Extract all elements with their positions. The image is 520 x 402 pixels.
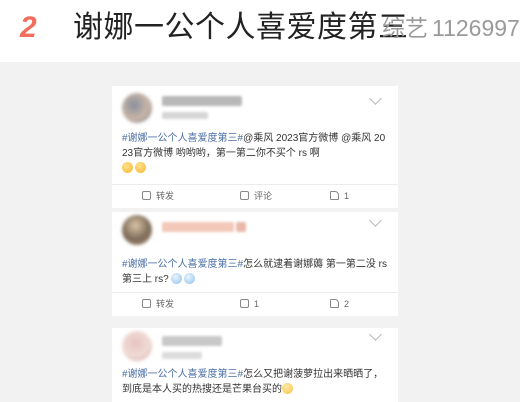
heat-count: 1126997 [432,15,520,41]
post-card: #谢娜一公个人喜爱度第三#@乘风 2023官方微博 @乘风 2023官方微博 哟… [112,86,398,208]
like-icon [330,191,339,200]
post-feed: #谢娜一公个人喜爱度第三#@乘风 2023官方微博 @乘风 2023官方微博 哟… [0,62,520,402]
hashtag-link[interactable]: #谢娜一公个人喜爱度第三# [122,133,243,144]
hashtag-link[interactable]: #谢娜一公个人喜爱度第三# [122,369,243,380]
like-icon [330,299,339,308]
post-action-bar: 转发 1 2 [112,292,398,315]
post-card: #谢娜一公个人喜爱度第三#怎么就逮着谢娜薅 第一第二没 rs 第三上 rs? 转… [112,212,398,316]
crying-emoji-icon [184,273,196,284]
like-button[interactable]: 1 [330,188,349,204]
topic-header: 2 谢娜一公个人喜爱度第三 综艺 1126997 [0,0,520,62]
post-text: #谢娜一公个人喜爱度第三#怎么就逮着谢娜薅 第一第二没 rs 第三上 rs? [122,257,388,287]
hashtag-link[interactable]: #谢娜一公个人喜爱度第三# [122,259,243,270]
username-blurred[interactable] [162,96,242,106]
post-meta-blurred [162,352,202,359]
repost-icon [142,191,151,200]
avatar[interactable] [122,93,152,123]
avatar[interactable] [122,331,152,361]
category-label: 综艺 [382,15,428,41]
comment-button[interactable]: 评论 [240,188,272,204]
topic-title[interactable]: 谢娜一公个人喜爱度第三 [73,8,409,48]
avatar[interactable] [122,215,152,245]
crying-emoji-icon [171,273,183,284]
post-text: #谢娜一公个人喜爱度第三#怎么又把谢菠萝拉出来晒晒了，到底是本人买的热搜还是芒果… [122,367,388,397]
comment-button[interactable]: 1 [240,296,259,312]
repost-icon [142,299,151,308]
post-text: #谢娜一公个人喜爱度第三#@乘风 2023官方微博 @乘风 2023官方微博 哟… [122,131,388,176]
username-badge-blurred [236,222,246,232]
chevron-down-icon[interactable] [369,214,382,227]
shy-face-emoji-icon [122,162,133,173]
post-card: #谢娜一公个人喜爱度第三#怎么又把谢菠萝拉出来晒晒了，到底是本人买的热搜还是芒果… [112,328,398,402]
post-action-bar: 转发 评论 1 [112,184,398,207]
username-blurred[interactable] [162,336,222,346]
like-button[interactable]: 2 [330,296,349,312]
post-meta-blurred [162,112,208,119]
chevron-down-icon[interactable] [369,92,382,105]
repost-button[interactable]: 转发 [142,296,174,312]
username-blurred[interactable] [162,222,234,232]
monocle-face-emoji-icon [282,383,293,394]
comment-icon [240,299,249,308]
comment-icon [240,191,249,200]
rank-number: 2 [20,11,37,44]
shy-face-emoji-icon [135,162,146,173]
chevron-down-icon[interactable] [369,328,382,341]
repost-button[interactable]: 转发 [142,188,174,204]
